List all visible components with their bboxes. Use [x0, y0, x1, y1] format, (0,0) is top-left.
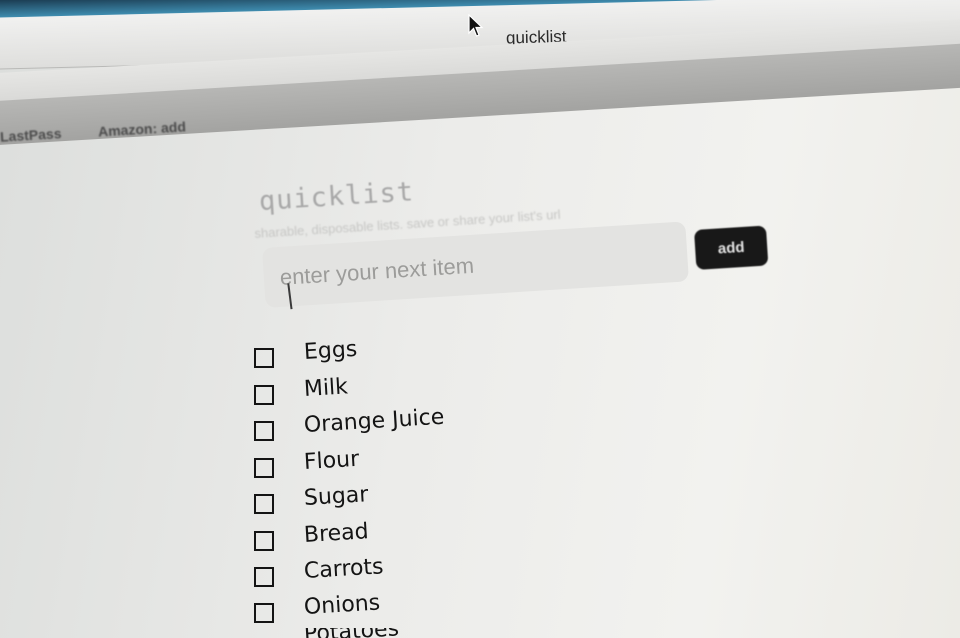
list-item[interactable]: Eggs: [254, 337, 514, 374]
list-item[interactable]: Bread: [254, 519, 514, 557]
list-item[interactable]: Flour: [254, 447, 514, 484]
item-label: Bread: [303, 519, 370, 548]
checkbox-empty-icon[interactable]: [254, 494, 274, 514]
list-item[interactable]: Onions: [254, 590, 514, 629]
checkbox-empty-icon[interactable]: [254, 567, 274, 587]
item-label: Sugar: [303, 482, 370, 511]
list-item[interactable]: Potatoes: [254, 628, 514, 638]
checkbox-empty-icon[interactable]: [254, 385, 274, 405]
item-label: Milk: [303, 374, 349, 402]
item-label: Flour: [303, 446, 360, 475]
checkbox-empty-icon[interactable]: [254, 348, 274, 368]
list-item[interactable]: Carrots: [254, 554, 514, 593]
checkbox-empty-icon[interactable]: [254, 421, 274, 441]
list-item[interactable]: Sugar: [254, 482, 514, 520]
screen: quicklist LastPass Amazon: add quicklist…: [0, 0, 960, 638]
list-item[interactable]: Milk: [254, 374, 514, 411]
checkbox-empty-icon[interactable]: [254, 531, 274, 551]
checklist: Eggs Milk Orange Juice Flour Sugar Bread: [0, 0, 960, 638]
item-label: Onions: [303, 590, 381, 620]
item-label: Eggs: [303, 336, 358, 365]
checkbox-empty-icon[interactable]: [254, 458, 274, 478]
item-label: Potatoes: [303, 628, 399, 638]
page-content: quicklist sharable, disposable lists. sa…: [0, 0, 960, 638]
item-label: Carrots: [303, 554, 385, 584]
list-item[interactable]: Orange Juice: [254, 405, 514, 447]
checkbox-empty-icon[interactable]: [254, 603, 274, 623]
